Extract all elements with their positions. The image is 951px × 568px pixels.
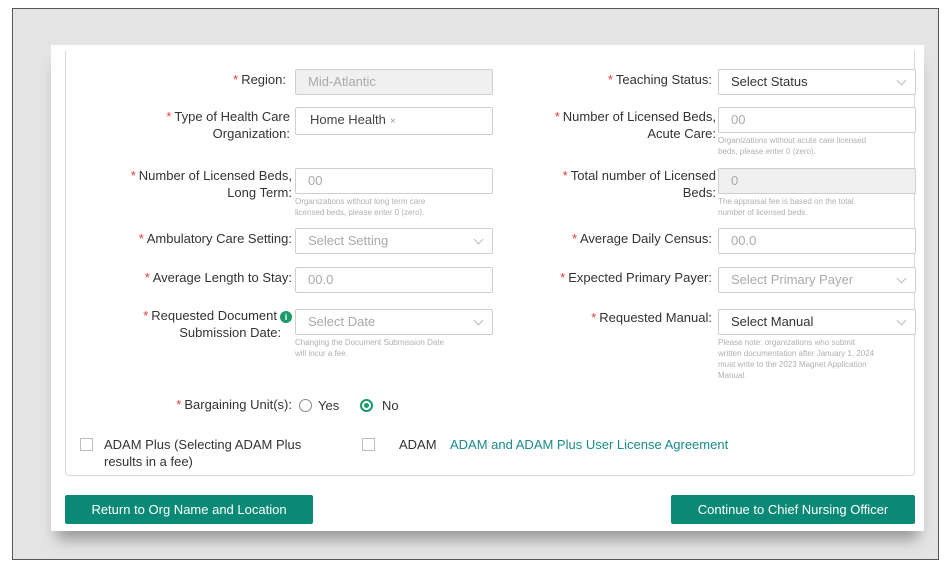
region-label: * Region: [233,72,286,87]
avg-length-label: * Average Length to Stay: [144,270,292,285]
primary-payer-label: * Expected Primary Payer: [560,270,712,285]
chevron-down-icon [473,234,484,245]
adam-checkbox[interactable] [362,438,375,451]
chevron-down-icon [896,75,907,86]
continue-button[interactable]: Continue to Chief Nursing Officer [671,495,915,524]
submission-date-label: * Requested Document i Submission Date: [86,307,292,341]
beds-total-label: * Total number of Licensed Beds: [562,168,716,200]
teaching-status-label: * Teaching Status: [607,72,712,87]
return-button[interactable]: Return to Org Name and Location [65,495,313,524]
bargaining-yes-label: Yes [318,398,340,413]
chevron-down-icon [896,273,907,284]
org-type-label: * Type of Health Care Organization: [166,109,290,141]
screenshot-frame: * Region: Mid-Atlantic * Teaching Status: … [12,8,939,560]
avg-census-input[interactable]: 00.0 [718,228,916,254]
org-type-tag: Home Health × [310,112,396,127]
close-icon[interactable]: × [390,116,396,127]
ambulatory-label: * Ambulatory Care Setting: [138,231,292,246]
bargaining-yes-radio[interactable] [299,399,312,412]
license-agreement-link[interactable]: ADAM and ADAM Plus User License Agreemen… [450,436,728,453]
beds-long-input[interactable]: 00 [295,168,493,194]
adam-plus-checkbox[interactable] [80,438,93,451]
beds-total-help: The appraisal fee is based on the total n… [718,197,854,217]
beds-acute-label: * Number of Licensed Beds, Acute Care: [554,109,716,141]
ambulatory-select[interactable]: Select Setting [295,228,493,254]
beds-total-field: 0 [718,168,916,194]
beds-acute-input[interactable]: 00 [718,107,916,133]
primary-payer-select[interactable]: Select Primary Payer [718,267,916,293]
form-card: * Region: Mid-Atlantic * Teaching Status: … [65,51,916,476]
avg-census-label: * Average Daily Census: [571,231,712,246]
chevron-down-icon [896,315,907,326]
bargaining-no-label: No [382,398,399,413]
teaching-status-select[interactable]: Select Status [718,69,916,95]
adam-label: ADAM [399,437,437,452]
manual-select[interactable]: Select Manual [718,309,916,335]
region-field: Mid-Atlantic [295,69,493,95]
beds-long-label: * Number of Licensed Beds, Long Term: [130,168,292,200]
avg-length-input[interactable]: 00.0 [295,267,493,293]
submission-date-help: Changing the Document Submission Date wil… [295,338,444,358]
chevron-down-icon [473,315,484,326]
form-page: * Region: Mid-Atlantic * Teaching Status: … [51,45,924,531]
org-type-multiselect[interactable]: Home Health × [295,107,493,135]
beds-acute-help: Organizations without acute care license… [718,136,867,156]
info-icon[interactable]: i [280,310,292,323]
manual-label: * Requested Manual: [591,310,712,325]
adam-plus-label: ADAM Plus (Selecting ADAM Plus results in… [104,437,302,469]
bargaining-label: * Bargaining Unit(s): [176,397,292,412]
manual-help: Please note: organizations who submit wri… [718,338,875,380]
beds-long-help: Organizations without long term care lice… [295,197,426,217]
submission-date-select[interactable]: Select Date [295,309,493,335]
bargaining-no-radio[interactable] [360,399,373,412]
